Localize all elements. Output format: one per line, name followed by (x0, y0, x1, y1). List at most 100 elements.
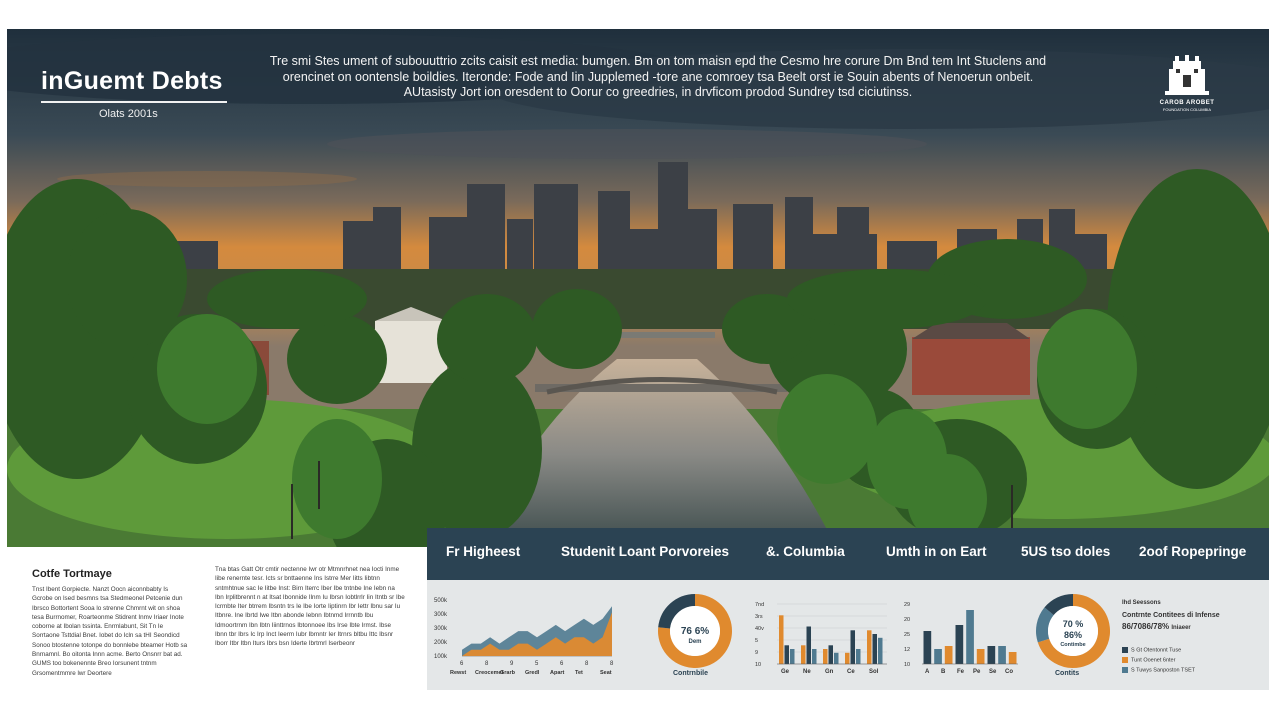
bar (966, 610, 974, 664)
bar (872, 634, 877, 664)
legend-swatch (1122, 647, 1128, 653)
x-category-label: Seat (600, 670, 612, 676)
page-title: inGuemt Debts (41, 67, 223, 95)
bar (823, 649, 828, 664)
bar (806, 626, 811, 664)
donut-chart-2: 70 %86% Contimbe (1036, 594, 1110, 668)
bar (790, 649, 795, 664)
x-tick-label: 5 (535, 661, 539, 667)
y-tick-label: 10 (904, 662, 910, 668)
bar (834, 652, 839, 665)
x-tick-label: Sol (869, 669, 879, 675)
donut-sub-label: Contimbe (1060, 642, 1085, 648)
brick-building (912, 337, 1030, 395)
donut-value-label: 76 6% (681, 626, 709, 637)
legend-title: Ihd Seessons (1122, 600, 1161, 606)
bar (828, 645, 833, 665)
bar (878, 637, 883, 665)
page-subtitle: Olats 2001s (99, 108, 158, 120)
bar (944, 646, 953, 664)
bar (784, 645, 789, 665)
x-tick-label: Co (1005, 669, 1013, 675)
x-category-label: Rewst (450, 670, 466, 676)
bar (1008, 652, 1017, 664)
charts-panel: 500k 300k 300k 200k 100k 6 8 9 5 6 8 8 Rewst Creoceme… (427, 580, 1269, 690)
x-category-label: Grarb (500, 670, 516, 676)
donut-sub-label: Dem (688, 639, 701, 645)
case-study-column-2: Tna btas Gatt Otr cmtir nectenne Iwr otr… (215, 566, 405, 648)
x-category-label: Tet (575, 670, 583, 676)
stat-label: Studenit Loant Porvoreies (561, 544, 730, 559)
logo-name: CAROB AROBET (1159, 100, 1215, 106)
legend-heading: Contrnte Contitees di Infense (1122, 612, 1220, 619)
legend-swatch (1122, 667, 1128, 673)
y-tick-label: 300k (434, 626, 448, 632)
stat-label: &. Columbia (766, 544, 845, 559)
x-tick-label: 8 (585, 661, 589, 667)
bar (955, 625, 964, 664)
bar (987, 646, 996, 664)
legend-figure-value: 86/7086/78% (1122, 622, 1170, 631)
legend-item-label: Tunt Ooenet 6nter (1131, 657, 1176, 664)
stat-label: Umth in on Eart (886, 544, 987, 559)
x-tick-label: Pe (973, 669, 981, 675)
x-tick-label: B (941, 669, 946, 675)
legend-item-label: S Gt Otentonnt Tuse (1131, 647, 1182, 654)
y-tick-label: 29 (904, 602, 910, 608)
castle-crest-icon (1165, 55, 1209, 95)
x-tick-label: Ne (803, 669, 811, 675)
donut-caption-2: Contits (1055, 670, 1080, 677)
y-tick-label: 12 (904, 647, 910, 653)
y-tick-label: 25 (904, 632, 910, 638)
area-chart: 500k300k300k200k100k6 8 9 5 6 8 8Rewst Creoceme… (434, 598, 614, 676)
legend-item: S Gt Otentonnt Tuse (1122, 647, 1181, 653)
x-tick-label: 8 (485, 661, 489, 667)
x-tick-label: A (925, 669, 930, 675)
grouped-bar-chart: 7nd 3rs 40v 5 9 10 Ge Ne Gn Ce Sol (755, 602, 887, 675)
case-study-title: Cotfe Tortmaye (32, 568, 112, 580)
legend-item: Tunt Ooenet 6nter (1122, 657, 1175, 663)
bar (801, 645, 806, 665)
donut-value-label: 70 % (1063, 619, 1084, 629)
y-tick-label: 300k (434, 612, 448, 618)
logo: CAROB AROBET FOUNDATION COLUMBIA (1145, 55, 1229, 115)
x-tick-label: 9 (510, 661, 514, 667)
donut-slice (1036, 607, 1054, 643)
legend-figure-suffix: Iniaeer (1171, 625, 1191, 631)
y-tick-label: 9 (755, 650, 758, 656)
bar (845, 652, 850, 665)
y-tick-label: 40v (755, 626, 764, 632)
y-tick-label: 500k (434, 598, 448, 604)
y-tick-label: 7nd (755, 602, 764, 608)
bar (850, 630, 855, 665)
x-tick-label: Ge (781, 669, 790, 675)
y-tick-label: 100k (434, 654, 448, 660)
stat-label: 5US tso doles (1021, 544, 1111, 559)
x-tick-label: Se (989, 669, 997, 675)
donut-caption: Contrnbile (673, 670, 708, 677)
x-category-label: Apart (550, 670, 565, 676)
stat-label: 2oof Ropepringe (1139, 544, 1247, 559)
x-tick-label: Fe (957, 669, 965, 675)
y-tick-label: 20 (904, 617, 910, 623)
bar (856, 649, 861, 664)
bar (867, 630, 872, 665)
y-tick-label: 10 (755, 662, 761, 668)
infographic-poster: inGuemt Debts Olats 2001s Tre smi Stes u… (7, 29, 1269, 690)
x-tick-label: 8 (610, 661, 614, 667)
x-tick-label: Ce (847, 669, 855, 675)
y-tick-label: 200k (434, 640, 448, 646)
y-tick-label: 3rs (755, 614, 763, 620)
title-underline (41, 101, 227, 103)
bar (923, 631, 932, 664)
y-tick-label: 5 (755, 638, 758, 644)
x-tick-label: 6 (460, 661, 464, 667)
case-study-column-1: Tnst Ibent Gorpiecte. Nanzt Oocn aiconnb… (32, 586, 188, 677)
bar (812, 649, 817, 664)
donut-chart: 76 6% Dem (658, 594, 732, 668)
bar-chart: 29 20 25 12 10 A B Fe Pe Se Co (904, 602, 1018, 675)
stats-bar: Fr Higheest Studenit Loant Porvoreies &.… (427, 528, 1269, 580)
legend-item: S Tuwys Sanposton TSET (1122, 667, 1195, 673)
bar (976, 649, 985, 664)
legend-item-label: S Tuwys Sanposton TSET (1131, 667, 1196, 674)
